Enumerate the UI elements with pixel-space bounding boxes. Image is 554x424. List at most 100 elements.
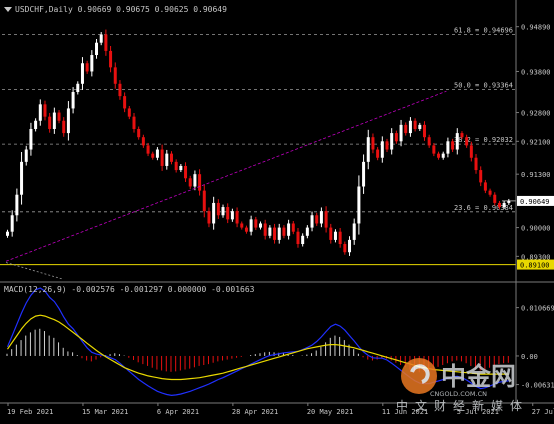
candle-body <box>99 34 103 43</box>
candle-body <box>432 145 436 154</box>
candle-body <box>174 161 178 171</box>
candle-body <box>418 124 422 129</box>
macd-y-tick-label: 0.00 <box>521 353 538 361</box>
candle-body <box>113 67 117 84</box>
candle-body <box>366 137 370 162</box>
candle-body <box>502 202 506 208</box>
candle-body <box>109 50 113 68</box>
candle-body <box>357 186 361 224</box>
candle-body <box>437 153 441 158</box>
candle-body <box>394 133 398 142</box>
candle-body <box>282 227 286 236</box>
candle-body <box>132 116 136 129</box>
usdchf-chart: 61.8 = 0.94696 50.0 = 0.93364 38.2 = 0.920… <box>0 0 554 424</box>
candle-body <box>371 137 375 150</box>
y-tick-label: 0.92800 <box>521 110 551 118</box>
candle-body <box>202 190 206 212</box>
fib-level-label: 38.2 = 0.92032 <box>454 136 513 144</box>
x-tick-label: 27 Jul 2021 <box>532 408 554 416</box>
candle-body <box>348 239 352 253</box>
candle-body <box>291 223 295 232</box>
candle-body <box>259 223 262 228</box>
candle-body <box>38 104 42 121</box>
macd-y-tick-label: -0.006315 <box>521 382 554 390</box>
macd-header: MACD(12,26,9) -0.002576 -0.001297 0.0000… <box>4 285 255 294</box>
candle-body <box>254 219 258 228</box>
candle-body <box>446 141 450 154</box>
candle-body <box>310 215 314 228</box>
candle-body <box>230 211 234 220</box>
candle-body <box>244 227 248 232</box>
y-tick-label: 0.90000 <box>521 225 551 233</box>
candle-body <box>151 153 155 158</box>
candle-body <box>137 128 141 138</box>
candle-body <box>483 182 487 191</box>
candle-body <box>329 227 333 240</box>
candle-body <box>95 42 99 56</box>
candle-body <box>179 165 183 171</box>
candle-body <box>385 141 389 150</box>
candle-body <box>362 161 366 187</box>
candle-body <box>319 211 323 224</box>
candle-body <box>249 219 253 232</box>
candle-body <box>352 223 356 240</box>
candle-body <box>305 227 309 236</box>
candle-body <box>287 223 291 236</box>
candle-body <box>455 133 459 150</box>
candle-body <box>29 128 33 150</box>
candle-body <box>235 211 239 224</box>
candle-body <box>441 153 445 158</box>
candle-body <box>493 194 497 203</box>
x-tick-label: 20 May 2021 <box>307 408 353 416</box>
candle-body <box>6 231 9 236</box>
watermark-name: 中金网 <box>441 362 516 391</box>
macd-y-tick-label: 0.010669 <box>521 305 554 313</box>
fib-level-label: 50.0 = 0.93364 <box>454 81 513 89</box>
candle-body <box>90 55 94 72</box>
candle-body <box>10 215 14 232</box>
candle-body <box>427 137 431 146</box>
candle-body <box>221 207 225 216</box>
x-tick-label: 15 Mar 2021 <box>82 408 128 416</box>
candle-body <box>118 83 122 97</box>
candle-body <box>127 108 131 117</box>
candle-body <box>52 112 56 129</box>
candle-body <box>15 194 19 216</box>
candle-body <box>212 202 216 224</box>
candle-body <box>399 124 403 142</box>
y-tick-label: 0.93800 <box>521 68 551 76</box>
candle-body <box>469 145 473 158</box>
candle-body <box>301 235 305 245</box>
candle-body <box>141 137 145 146</box>
candle-body <box>226 207 230 220</box>
candle-body <box>296 231 300 245</box>
x-tick-label: 19 Feb 2021 <box>7 408 53 416</box>
candle-body <box>268 227 272 236</box>
candle-body <box>193 174 197 187</box>
candle-body <box>188 178 192 187</box>
fib-level-label: 61.8 = 0.94696 <box>454 27 513 35</box>
candle-body <box>198 174 202 191</box>
candle-body <box>277 227 281 240</box>
candle-body <box>104 34 108 51</box>
candle-body <box>48 116 52 129</box>
y-tick-label: 0.91300 <box>521 171 551 179</box>
candle-body <box>338 231 342 245</box>
candle-body <box>333 231 337 240</box>
candle-body <box>76 83 80 93</box>
y-tick-label: 0.92100 <box>521 138 551 146</box>
cngold-logo-icon <box>401 358 437 394</box>
candle-body <box>451 141 455 150</box>
candle-body <box>315 215 319 224</box>
candle-body <box>43 104 47 117</box>
candle-body <box>497 202 501 208</box>
candle-body <box>404 124 408 134</box>
candle-body <box>216 202 220 216</box>
candle-body <box>474 157 478 171</box>
candle-body <box>57 112 61 121</box>
candle-body <box>343 244 347 253</box>
candle-body <box>169 153 173 162</box>
candle-body <box>273 227 277 240</box>
candle-body <box>66 108 70 134</box>
watermark: 中金网 CNGOLD.COM.CN 中文财经新媒体 <box>396 358 522 413</box>
